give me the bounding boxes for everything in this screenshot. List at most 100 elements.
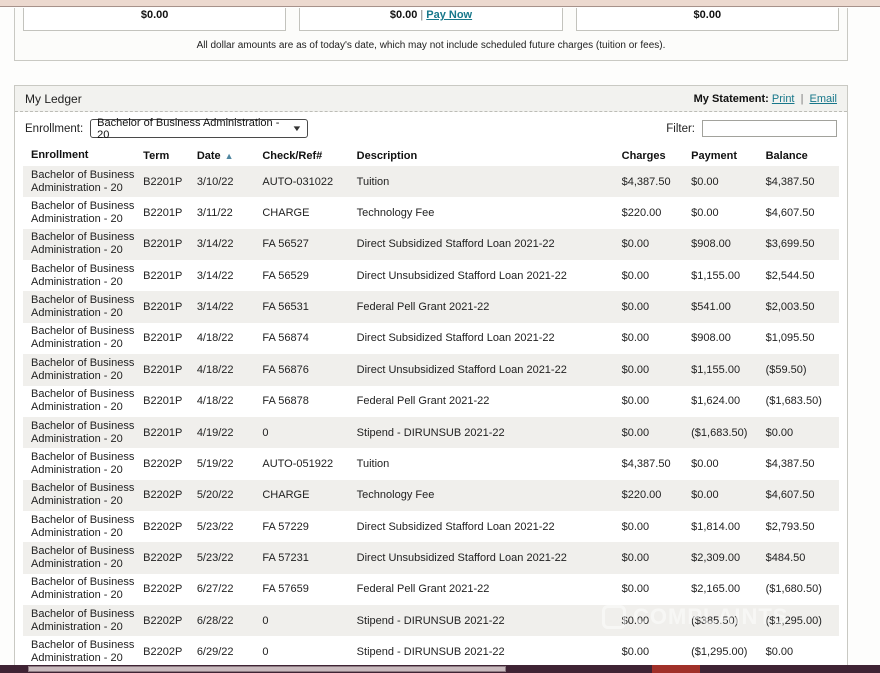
- horizontal-scrollbar[interactable]: [0, 665, 880, 673]
- cell-description: Direct Unsubsidized Stafford Loan 2021-2…: [349, 552, 614, 564]
- cell-enrollment: Bachelor of Business Administration - 20: [23, 294, 135, 320]
- cell-payment: $541.00: [683, 301, 757, 313]
- summary-disclaimer-note: All dollar amounts are as of today's dat…: [15, 40, 847, 51]
- cell-term: B2202P: [135, 458, 189, 470]
- cell-check-ref: FA 56878: [254, 395, 348, 407]
- ledger-table-header: Enrollment Term Date▲ Check/Ref# Descrip…: [23, 145, 839, 166]
- cell-date: 6/27/22: [189, 583, 255, 595]
- ledger-table-row[interactable]: Bachelor of Business Administration - 20…: [23, 574, 839, 605]
- col-header-charges[interactable]: Charges: [614, 150, 684, 162]
- cell-term: B2202P: [135, 583, 189, 595]
- cell-balance: ($1,295.00): [758, 615, 839, 627]
- my-ledger-panel: My Ledger My Statement: Print | Email En…: [14, 85, 848, 668]
- ledger-table-row[interactable]: Bachelor of Business Administration - 20…: [23, 605, 839, 636]
- col-header-balance[interactable]: Balance: [758, 150, 839, 162]
- cell-description: Direct Subsidized Stafford Loan 2021-22: [349, 332, 614, 344]
- cell-date: 5/23/22: [189, 552, 255, 564]
- ledger-table-row[interactable]: Bachelor of Business Administration - 20…: [23, 480, 839, 511]
- filter-input[interactable]: [702, 120, 837, 137]
- ledger-table-row[interactable]: Bachelor of Business Administration - 20…: [23, 260, 839, 291]
- cell-term: B2201P: [135, 176, 189, 188]
- summary-amount-2: $0.00: [390, 9, 418, 21]
- cell-date: 5/20/22: [189, 489, 255, 501]
- scrollbar-thumb[interactable]: [28, 666, 506, 672]
- ledger-table-row[interactable]: Bachelor of Business Administration - 20…: [23, 448, 839, 479]
- col-header-term[interactable]: Term: [135, 150, 189, 162]
- cell-charges: $220.00: [614, 489, 684, 501]
- scrollbar-red-segment: [652, 665, 700, 673]
- col-header-enrollment[interactable]: Enrollment: [23, 149, 135, 162]
- cell-balance: $4,607.50: [758, 207, 839, 219]
- cell-check-ref: FA 56876: [254, 364, 348, 376]
- cell-check-ref: 0: [254, 646, 348, 658]
- my-statement-label: My Statement:: [694, 93, 769, 105]
- cell-balance: ($59.50): [758, 364, 839, 376]
- cell-payment: $1,155.00: [683, 364, 757, 376]
- ledger-header: My Ledger My Statement: Print | Email: [15, 86, 847, 112]
- cell-description: Stipend - DIRUNSUB 2021-22: [349, 646, 614, 658]
- col-header-date[interactable]: Date▲: [189, 150, 255, 162]
- cell-balance: $1,095.50: [758, 332, 839, 344]
- ledger-table-row[interactable]: Bachelor of Business Administration - 20…: [23, 197, 839, 228]
- ledger-table: Enrollment Term Date▲ Check/Ref# Descrip…: [23, 145, 839, 668]
- cell-date: 3/14/22: [189, 238, 255, 250]
- cell-check-ref: FA 57229: [254, 521, 348, 533]
- col-header-payment[interactable]: Payment: [683, 150, 757, 162]
- cell-charges: $0.00: [614, 615, 684, 627]
- ledger-table-body: Bachelor of Business Administration - 20…: [23, 166, 839, 668]
- ledger-table-row[interactable]: Bachelor of Business Administration - 20…: [23, 323, 839, 354]
- cell-charges: $0.00: [614, 301, 684, 313]
- cell-term: B2201P: [135, 270, 189, 282]
- cell-balance: $484.50: [758, 552, 839, 564]
- cell-enrollment: Bachelor of Business Administration - 20: [23, 451, 135, 477]
- cell-payment: $0.00: [683, 207, 757, 219]
- ledger-table-row[interactable]: Bachelor of Business Administration - 20…: [23, 542, 839, 573]
- cell-balance: $4,387.50: [758, 458, 839, 470]
- cell-description: Tuition: [349, 458, 614, 470]
- cell-enrollment: Bachelor of Business Administration - 20: [23, 576, 135, 602]
- cell-charges: $0.00: [614, 238, 684, 250]
- col-header-check-ref[interactable]: Check/Ref#: [254, 150, 348, 162]
- cell-check-ref: FA 56527: [254, 238, 348, 250]
- cell-enrollment: Bachelor of Business Administration - 20: [23, 357, 135, 383]
- cell-charges: $0.00: [614, 521, 684, 533]
- ledger-table-row[interactable]: Bachelor of Business Administration - 20…: [23, 291, 839, 322]
- cell-term: B2202P: [135, 521, 189, 533]
- ledger-table-row[interactable]: Bachelor of Business Administration - 20…: [23, 417, 839, 448]
- col-header-description[interactable]: Description: [349, 150, 614, 162]
- cell-balance: ($1,680.50): [758, 583, 839, 595]
- ledger-table-row[interactable]: Bachelor of Business Administration - 20…: [23, 636, 839, 667]
- cell-description: Federal Pell Grant 2021-22: [349, 395, 614, 407]
- cell-date: 5/19/22: [189, 458, 255, 470]
- cell-charges: $0.00: [614, 332, 684, 344]
- cell-description: Direct Unsubsidized Stafford Loan 2021-2…: [349, 270, 614, 282]
- cell-enrollment: Bachelor of Business Administration - 20: [23, 420, 135, 446]
- cell-enrollment: Bachelor of Business Administration - 20: [23, 200, 135, 226]
- summary-box-1: $0.00: [23, 8, 286, 31]
- ledger-table-row[interactable]: Bachelor of Business Administration - 20…: [23, 166, 839, 197]
- cell-payment: $0.00: [683, 176, 757, 188]
- print-statement-link[interactable]: Print: [772, 93, 795, 105]
- ledger-controls: Enrollment: Bachelor of Business Adminis…: [15, 112, 847, 145]
- ledger-table-row[interactable]: Bachelor of Business Administration - 20…: [23, 386, 839, 417]
- cell-enrollment: Bachelor of Business Administration - 20: [23, 639, 135, 665]
- cell-term: B2202P: [135, 615, 189, 627]
- ledger-table-row[interactable]: Bachelor of Business Administration - 20…: [23, 229, 839, 260]
- pay-now-link[interactable]: Pay Now: [426, 9, 472, 21]
- ledger-table-row[interactable]: Bachelor of Business Administration - 20…: [23, 511, 839, 542]
- cell-term: B2202P: [135, 489, 189, 501]
- enrollment-select[interactable]: Bachelor of Business Administration - 20…: [90, 119, 308, 138]
- statement-separator: |: [801, 93, 804, 105]
- cell-check-ref: AUTO-051922: [254, 458, 348, 470]
- summary-box-3: $0.00: [576, 8, 839, 31]
- cell-check-ref: FA 56531: [254, 301, 348, 313]
- cell-enrollment: Bachelor of Business Administration - 20: [23, 169, 135, 195]
- ledger-table-row[interactable]: Bachelor of Business Administration - 20…: [23, 354, 839, 385]
- cell-term: B2201P: [135, 395, 189, 407]
- cell-check-ref: CHARGE: [254, 207, 348, 219]
- cell-payment: ($1,295.00): [683, 646, 757, 658]
- cell-date: 4/18/22: [189, 395, 255, 407]
- cell-term: B2202P: [135, 552, 189, 564]
- cell-description: Direct Subsidized Stafford Loan 2021-22: [349, 521, 614, 533]
- email-statement-link[interactable]: Email: [809, 93, 837, 105]
